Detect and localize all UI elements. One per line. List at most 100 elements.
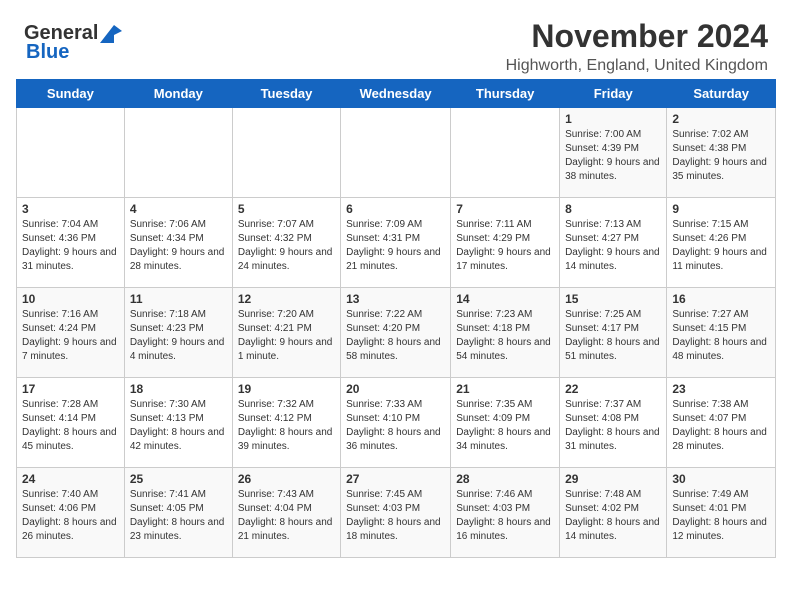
- calendar-cell: 11Sunrise: 7:18 AMSunset: 4:23 PMDayligh…: [124, 288, 232, 378]
- calendar-cell: 26Sunrise: 7:43 AMSunset: 4:04 PMDayligh…: [232, 468, 340, 558]
- day-number: 1: [565, 112, 661, 126]
- day-info: Sunrise: 7:33 AMSunset: 4:10 PMDaylight:…: [346, 399, 441, 452]
- calendar-cell: [232, 108, 340, 198]
- day-info: Sunrise: 7:41 AMSunset: 4:05 PMDaylight:…: [130, 489, 225, 542]
- logo-blue: Blue: [26, 41, 69, 64]
- calendar-cell: 7 Sunrise: 7:11 AMSunset: 4:29 PMDaylight…: [451, 198, 560, 288]
- calendar-cell: 4 Sunrise: 7:06 AMSunset: 4:34 PMDaylight…: [124, 198, 232, 288]
- day-number: 9: [672, 202, 770, 216]
- day-number: 29: [565, 472, 661, 486]
- day-number: 2: [672, 112, 770, 126]
- calendar-week-row: 24Sunrise: 7:40 AMSunset: 4:06 PMDayligh…: [17, 468, 776, 558]
- calendar-cell: 25 Sunrise: 7:41 AMSunset: 4:05 PMDayligh…: [124, 468, 232, 558]
- calendar-cell: 16 Sunrise: 7:27 AMSunset: 4:15 PMDayligh…: [667, 288, 776, 378]
- day-number: 10: [22, 292, 119, 306]
- day-info: Sunrise: 7:15 AMSunset: 4:26 PMDaylight:…: [672, 219, 767, 272]
- calendar-cell: 3 Sunrise: 7:04 AMSunset: 4:36 PMDaylight…: [17, 198, 125, 288]
- day-info: Sunrise: 7:35 AMSunset: 4:09 PMDaylight:…: [456, 399, 551, 452]
- day-number: 6: [346, 202, 445, 216]
- day-number: 30: [672, 472, 770, 486]
- day-info: Sunrise: 7:13 AMSunset: 4:27 PMDaylight:…: [565, 219, 660, 272]
- calendar-cell: 1 Sunrise: 7:00 AMSunset: 4:39 PMDaylight…: [560, 108, 667, 198]
- day-info: Sunrise: 7:38 AMSunset: 4:07 PMDaylight:…: [672, 399, 767, 452]
- day-number: 23: [672, 382, 770, 396]
- header-tuesday: Tuesday: [232, 80, 340, 108]
- header-wednesday: Wednesday: [341, 80, 451, 108]
- header-saturday: Saturday: [667, 80, 776, 108]
- day-number: 27: [346, 472, 445, 486]
- day-info: Sunrise: 7:28 AMSunset: 4:14 PMDaylight:…: [22, 399, 117, 452]
- day-number: 28: [456, 472, 554, 486]
- calendar-cell: 18 Sunrise: 7:30 AMSunset: 4:13 PMDayligh…: [124, 378, 232, 468]
- calendar-cell: 27 Sunrise: 7:45 AMSunset: 4:03 PMDayligh…: [341, 468, 451, 558]
- day-info: Sunrise: 7:11 AMSunset: 4:29 PMDaylight:…: [456, 219, 551, 272]
- calendar-cell: 24Sunrise: 7:40 AMSunset: 4:06 PMDayligh…: [17, 468, 125, 558]
- day-info: Sunrise: 7:16 AMSunset: 4:24 PMDaylight:…: [22, 309, 117, 362]
- day-info: Sunrise: 7:02 AMSunset: 4:38 PMDaylight:…: [672, 129, 767, 182]
- logo: General Blue: [24, 22, 122, 64]
- day-number: 17: [22, 382, 119, 396]
- day-info: Sunrise: 7:07 AMSunset: 4:32 PMDaylight:…: [238, 219, 333, 272]
- day-number: 8: [565, 202, 661, 216]
- calendar-cell: 22 Sunrise: 7:37 AMSunset: 4:08 PMDayligh…: [560, 378, 667, 468]
- day-info: Sunrise: 7:37 AMSunset: 4:08 PMDaylight:…: [565, 399, 660, 452]
- calendar-cell: [341, 108, 451, 198]
- calendar-cell: 20 Sunrise: 7:33 AMSunset: 4:10 PMDayligh…: [341, 378, 451, 468]
- day-info: Sunrise: 7:04 AMSunset: 4:36 PMDaylight:…: [22, 219, 117, 272]
- day-info: Sunrise: 7:27 AMSunset: 4:15 PMDaylight:…: [672, 309, 767, 362]
- day-number: 24: [22, 472, 119, 486]
- calendar-cell: 14Sunrise: 7:23 AMSunset: 4:18 PMDayligh…: [451, 288, 560, 378]
- day-number: 18: [130, 382, 227, 396]
- day-number: 5: [238, 202, 335, 216]
- day-number: 7: [456, 202, 554, 216]
- header-monday: Monday: [124, 80, 232, 108]
- header-thursday: Thursday: [451, 80, 560, 108]
- day-info: Sunrise: 7:30 AMSunset: 4:13 PMDaylight:…: [130, 399, 225, 452]
- day-info: Sunrise: 7:43 AMSunset: 4:04 PMDaylight:…: [238, 489, 333, 542]
- calendar-week-row: 17 Sunrise: 7:28 AMSunset: 4:14 PMDayligh…: [17, 378, 776, 468]
- location: Highworth, England, United Kingdom: [122, 57, 768, 75]
- day-number: 22: [565, 382, 661, 396]
- day-number: 14: [456, 292, 554, 306]
- calendar-table: Sunday Monday Tuesday Wednesday Thursday…: [16, 79, 776, 558]
- calendar-cell: 2 Sunrise: 7:02 AMSunset: 4:38 PMDaylight…: [667, 108, 776, 198]
- day-info: Sunrise: 7:20 AMSunset: 4:21 PMDaylight:…: [238, 309, 333, 362]
- calendar-cell: 21 Sunrise: 7:35 AMSunset: 4:09 PMDayligh…: [451, 378, 560, 468]
- day-info: Sunrise: 7:06 AMSunset: 4:34 PMDaylight:…: [130, 219, 225, 272]
- calendar-cell: 15Sunrise: 7:25 AMSunset: 4:17 PMDayligh…: [560, 288, 667, 378]
- calendar-cell: 23 Sunrise: 7:38 AMSunset: 4:07 PMDayligh…: [667, 378, 776, 468]
- calendar-week-row: 1 Sunrise: 7:00 AMSunset: 4:39 PMDaylight…: [17, 108, 776, 198]
- day-info: Sunrise: 7:00 AMSunset: 4:39 PMDaylight:…: [565, 129, 660, 182]
- day-number: 16: [672, 292, 770, 306]
- day-info: Sunrise: 7:22 AMSunset: 4:20 PMDaylight:…: [346, 309, 441, 362]
- calendar-cell: 13 Sunrise: 7:22 AMSunset: 4:20 PMDayligh…: [341, 288, 451, 378]
- calendar-week-row: 3 Sunrise: 7:04 AMSunset: 4:36 PMDaylight…: [17, 198, 776, 288]
- calendar-cell: 6Sunrise: 7:09 AMSunset: 4:31 PMDaylight…: [341, 198, 451, 288]
- calendar-header-row: Sunday Monday Tuesday Wednesday Thursday…: [17, 80, 776, 108]
- day-number: 12: [238, 292, 335, 306]
- day-info: Sunrise: 7:45 AMSunset: 4:03 PMDaylight:…: [346, 489, 441, 542]
- calendar-cell: 12 Sunrise: 7:20 AMSunset: 4:21 PMDayligh…: [232, 288, 340, 378]
- calendar-cell: [124, 108, 232, 198]
- day-number: 3: [22, 202, 119, 216]
- calendar-week-row: 10 Sunrise: 7:16 AMSunset: 4:24 PMDayligh…: [17, 288, 776, 378]
- logo-bird-icon: [100, 25, 122, 43]
- calendar-cell: [17, 108, 125, 198]
- calendar-cell: 17 Sunrise: 7:28 AMSunset: 4:14 PMDayligh…: [17, 378, 125, 468]
- day-info: Sunrise: 7:48 AMSunset: 4:02 PMDaylight:…: [565, 489, 660, 542]
- title-area: November 2024 Highworth, England, United…: [122, 18, 768, 75]
- calendar-cell: 30 Sunrise: 7:49 AMSunset: 4:01 PMDayligh…: [667, 468, 776, 558]
- day-number: 11: [130, 292, 227, 306]
- header-friday: Friday: [560, 80, 667, 108]
- day-number: 20: [346, 382, 445, 396]
- calendar-cell: [451, 108, 560, 198]
- day-number: 13: [346, 292, 445, 306]
- calendar-cell: 5 Sunrise: 7:07 AMSunset: 4:32 PMDaylight…: [232, 198, 340, 288]
- day-number: 4: [130, 202, 227, 216]
- day-number: 21: [456, 382, 554, 396]
- day-info: Sunrise: 7:49 AMSunset: 4:01 PMDaylight:…: [672, 489, 767, 542]
- calendar-cell: 28Sunrise: 7:46 AMSunset: 4:03 PMDayligh…: [451, 468, 560, 558]
- day-number: 15: [565, 292, 661, 306]
- calendar-cell: 9 Sunrise: 7:15 AMSunset: 4:26 PMDaylight…: [667, 198, 776, 288]
- day-number: 25: [130, 472, 227, 486]
